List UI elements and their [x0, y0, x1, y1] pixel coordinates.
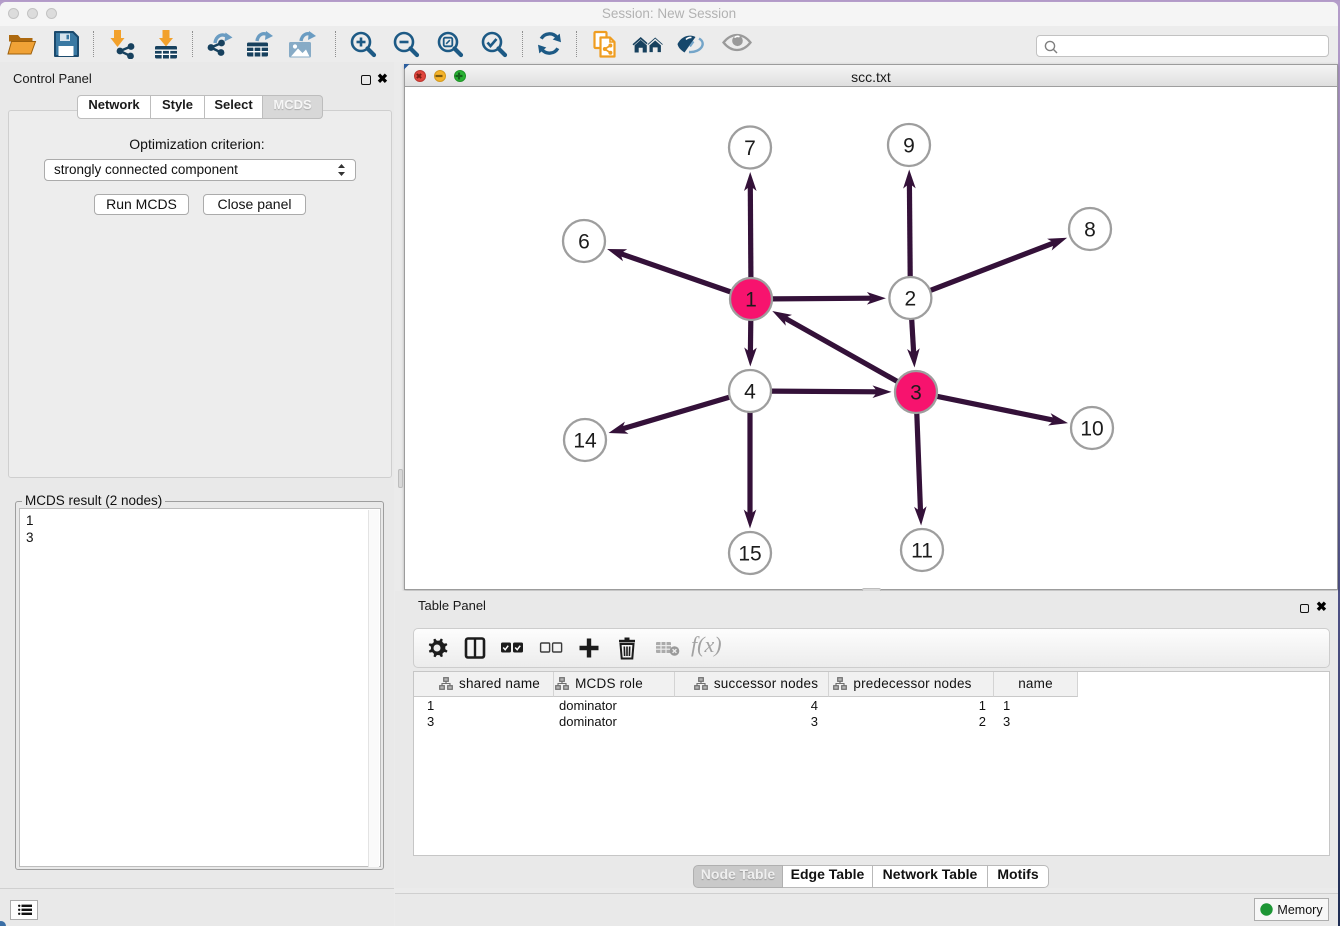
svg-text:7: 7 — [744, 137, 756, 160]
svg-text:4: 4 — [744, 380, 756, 403]
svg-text:10: 10 — [1080, 417, 1103, 440]
svg-text:8: 8 — [1084, 218, 1096, 241]
svg-text:3: 3 — [910, 381, 922, 404]
svg-text:6: 6 — [578, 230, 590, 253]
svg-text:2: 2 — [905, 287, 917, 310]
svg-text:11: 11 — [911, 539, 933, 562]
svg-text:9: 9 — [903, 134, 915, 157]
svg-text:1: 1 — [745, 288, 757, 311]
svg-text:15: 15 — [738, 542, 761, 565]
svg-text:14: 14 — [573, 429, 597, 452]
